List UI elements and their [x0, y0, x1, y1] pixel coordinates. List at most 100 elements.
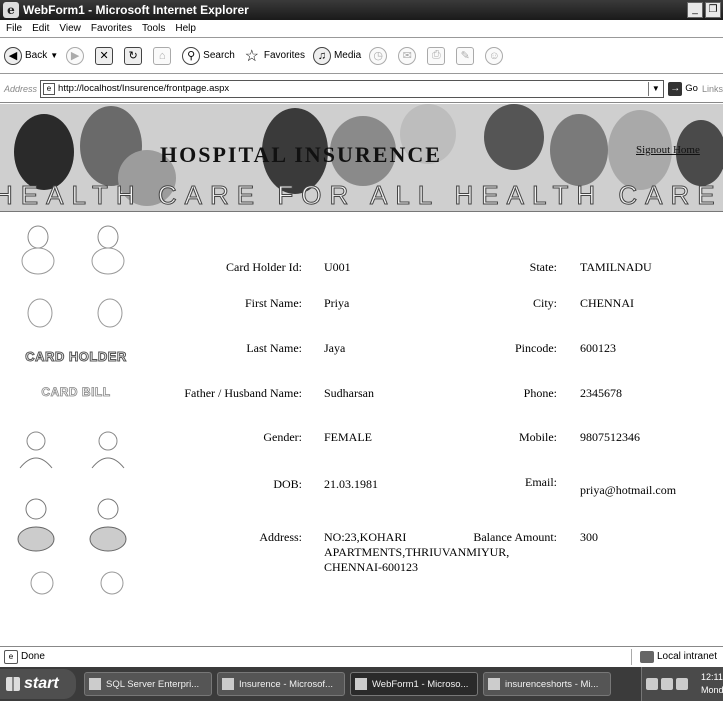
baby-image	[21, 225, 55, 275]
taskbar-item-label: SQL Server Enterpri...	[106, 678, 200, 690]
visual-studio-icon	[222, 678, 234, 690]
page-icon: e	[43, 82, 56, 95]
address-label: Address	[4, 83, 38, 94]
first-name-value: Priya	[324, 296, 350, 310]
history-icon: ◷	[369, 46, 388, 65]
address-value: NO:23,KOHARI APARTMENTS,THRIUVANMIYUR, C…	[324, 530, 510, 574]
card-holder-details: Card Holder Id: U001 First Name: Priya L…	[150, 213, 723, 643]
refresh-button[interactable]: ↻	[124, 46, 145, 65]
baby-image	[91, 225, 125, 275]
card-holder-link[interactable]: CARD HOLDER	[18, 349, 134, 365]
state-value: TAMILNADU	[580, 260, 652, 274]
menu-help[interactable]: Help	[175, 23, 196, 34]
email-label: Email:	[525, 475, 557, 489]
ie-logo-icon: e	[3, 2, 19, 18]
taskbar-item-sql-server[interactable]: SQL Server Enterpri...	[84, 672, 212, 696]
baby-image	[97, 298, 123, 328]
mail-button[interactable]: ✉	[398, 46, 419, 65]
refresh-icon: ↻	[124, 46, 143, 65]
pincode-value: 600123	[580, 341, 616, 355]
taskbar-item-label: Insurence - Microsof...	[239, 678, 333, 690]
clock-day: Monda	[701, 685, 723, 695]
title-bar: e WebForm1 - Microsoft Internet Explorer…	[0, 0, 723, 20]
card-bill-link[interactable]: CARD BILL	[18, 385, 134, 400]
menu-tools[interactable]: Tools	[142, 23, 165, 34]
gender-label: Gender:	[263, 430, 302, 444]
dob-label: DOB:	[273, 477, 302, 491]
baby-image	[17, 498, 55, 552]
print-button[interactable]: ⎙	[427, 46, 448, 65]
balance-amount-value: 300	[580, 530, 598, 544]
gender-value: FEMALE	[324, 430, 372, 444]
baby-image	[27, 298, 53, 328]
tray-sql-icon[interactable]	[676, 678, 688, 690]
taskbar-item-webform1[interactable]: WebForm1 - Microso...	[350, 672, 478, 696]
pincode-label: Pincode:	[515, 341, 557, 355]
edit-icon: ✎	[456, 46, 475, 65]
zone-label: Local intranet	[656, 651, 717, 662]
sql-server-icon	[89, 678, 101, 690]
stop-button[interactable]: ✕	[95, 46, 116, 65]
back-dropdown-icon[interactable]: ▼	[50, 51, 58, 60]
taskbar-item-insurenceshorts[interactable]: insurenceshorts - Mi...	[483, 672, 611, 696]
stop-icon: ✕	[95, 46, 114, 65]
window-title: WebForm1 - Microsoft Internet Explorer	[23, 3, 249, 17]
status-text: Done	[21, 651, 45, 662]
search-button[interactable]: ⚲ Search	[182, 46, 235, 65]
history-button[interactable]: ◷	[369, 46, 390, 65]
first-name-label: First Name:	[245, 296, 302, 310]
mobile-value: 9807512346	[580, 430, 640, 444]
tray-network-icon[interactable]	[646, 678, 658, 690]
system-tray: 12:11 P Monda	[641, 667, 723, 701]
dob-value: 21.03.1981	[324, 477, 378, 491]
minimize-button[interactable]: _	[687, 2, 703, 18]
mail-icon: ✉	[398, 46, 417, 65]
baby-image	[89, 498, 127, 552]
tray-volume-icon[interactable]	[661, 678, 673, 690]
back-arrow-icon: ◀	[4, 46, 22, 65]
home-button[interactable]: ⌂	[153, 46, 174, 65]
links-button[interactable]: Links	[702, 84, 723, 94]
go-arrow-icon: →	[668, 81, 683, 96]
banner-slogan: HEALTH CARE FOR ALL HEALTH CARE FOR ALL …	[0, 180, 723, 211]
taskbar-item-insurence-microsoft[interactable]: Insurence - Microsof...	[217, 672, 345, 696]
banner-title: HOSPITAL INSURENCE	[160, 142, 442, 167]
mobile-label: Mobile:	[519, 430, 557, 444]
search-icon: ⚲	[182, 46, 201, 65]
restore-button[interactable]: ❐	[705, 2, 721, 18]
ie-icon	[355, 678, 367, 690]
father-husband-name-value: Sudharsan	[324, 386, 374, 400]
favorites-button[interactable]: ☆ Favorites	[243, 47, 305, 65]
signout-home-link[interactable]: Signout Home	[636, 144, 700, 156]
baby-image	[91, 431, 125, 469]
forward-button[interactable]: ▶	[66, 46, 87, 65]
email-value: priya@hotmail.com	[580, 483, 677, 497]
address-label: Address:	[259, 530, 302, 544]
messenger-button[interactable]: ☺	[485, 46, 506, 65]
messenger-icon: ☺	[485, 46, 504, 65]
last-name-label: Last Name:	[246, 341, 302, 355]
left-sidebar: CARD HOLDER CARD BILL	[0, 213, 150, 643]
back-label: Back	[25, 50, 48, 61]
address-input[interactable]: e http://localhost/Insurence/frontpage.a…	[40, 79, 665, 98]
media-label: Media	[333, 50, 362, 61]
address-bar: Address e http://localhost/Insurence/fro…	[0, 75, 723, 103]
phone-value: 2345678	[580, 386, 622, 400]
go-button[interactable]: → Go	[668, 81, 698, 96]
start-button[interactable]: start	[0, 669, 76, 699]
menu-favorites[interactable]: Favorites	[91, 23, 132, 34]
baby-image	[30, 571, 54, 595]
clock-time: 12:11 P	[701, 672, 723, 682]
balance-amount-label: Balance Amount:	[473, 530, 557, 544]
back-button[interactable]: ◀ Back ▼	[4, 46, 58, 65]
taskbar-item-label: insurenceshorts - Mi...	[505, 678, 599, 690]
menu-file[interactable]: File	[6, 23, 22, 34]
media-button[interactable]: ♫ Media	[312, 46, 362, 65]
clock[interactable]: 12:11 P Monda	[701, 671, 723, 697]
page-done-icon: e	[4, 649, 18, 664]
address-dropdown-icon[interactable]: ▼	[648, 81, 662, 96]
card-holder-id-value: U001	[324, 260, 351, 274]
menu-view[interactable]: View	[59, 23, 81, 34]
edit-button[interactable]: ✎	[456, 46, 477, 65]
menu-edit[interactable]: Edit	[32, 23, 49, 34]
